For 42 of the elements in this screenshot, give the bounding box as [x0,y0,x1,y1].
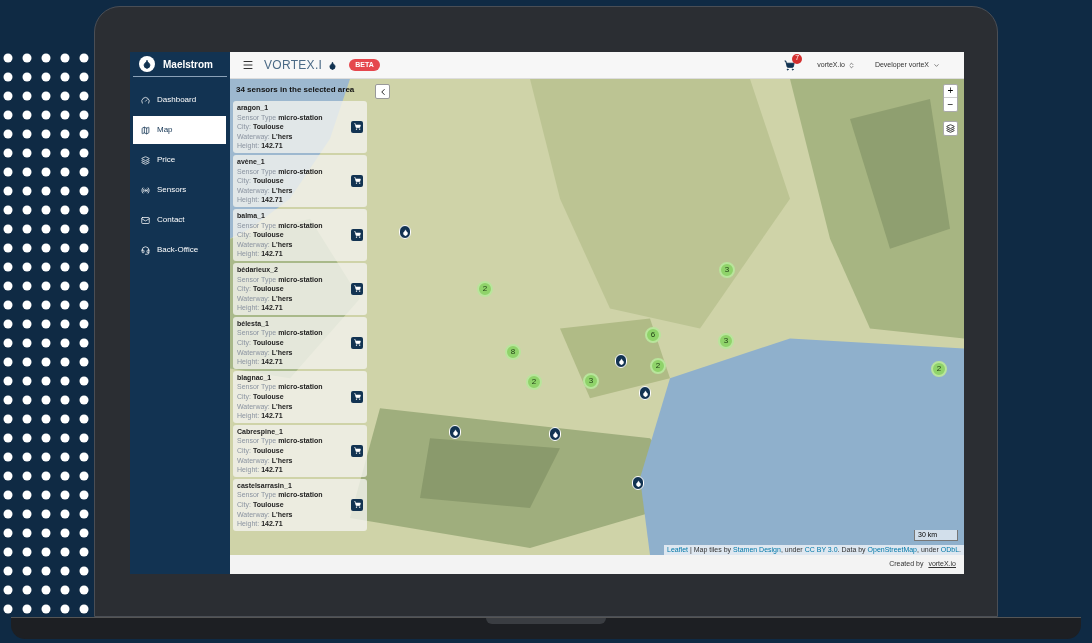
mail-icon [141,215,150,225]
signal-icon [141,185,150,195]
chevron-down-icon [933,61,940,69]
sort-caret-icon [847,61,855,69]
cart-button[interactable] [351,282,363,295]
nav-item[interactable]: Contact [133,206,226,234]
nav-item[interactable]: Dashboard [133,86,226,114]
gauge-icon [141,95,150,105]
zoom-in-button[interactable]: + [944,85,957,98]
cart-button[interactable] [351,174,363,187]
cart-icon [353,231,361,239]
nav-item[interactable]: Sensors [133,176,226,204]
brand-name: Maelstrom [163,57,213,72]
cart-icon [353,447,361,455]
cart-icon [353,339,361,347]
map-icon [141,125,150,135]
cart-button[interactable] [351,336,363,349]
cart-button[interactable] [351,228,363,241]
layers-icon [141,155,150,165]
cart-button[interactable] [351,498,363,511]
headset-icon [141,245,150,255]
cart-icon [353,393,361,401]
logo-text: VORTEX.I [264,57,323,74]
zoom-out-button[interactable]: − [944,98,957,111]
nav-item[interactable]: Price [133,146,226,174]
collapse-button[interactable] [375,84,390,99]
nav-item[interactable]: Map [133,116,226,144]
cart-button[interactable] [351,121,363,133]
cart-icon [353,501,361,509]
cart-button[interactable] [351,390,363,403]
nav-item[interactable]: Back-Office [133,236,226,264]
cart-icon [353,285,361,293]
layers-button[interactable] [943,121,958,136]
cart-icon[interactable] [784,59,796,71]
menu-icon[interactable] [242,59,254,71]
cart-icon [353,123,361,131]
drop-icon [328,60,338,70]
layers-icon [946,124,955,133]
cart-icon [353,177,361,185]
logo-icon [139,56,155,72]
results-heading: 34 sensors in the selected area [235,84,356,96]
cart-button[interactable] [351,444,363,457]
